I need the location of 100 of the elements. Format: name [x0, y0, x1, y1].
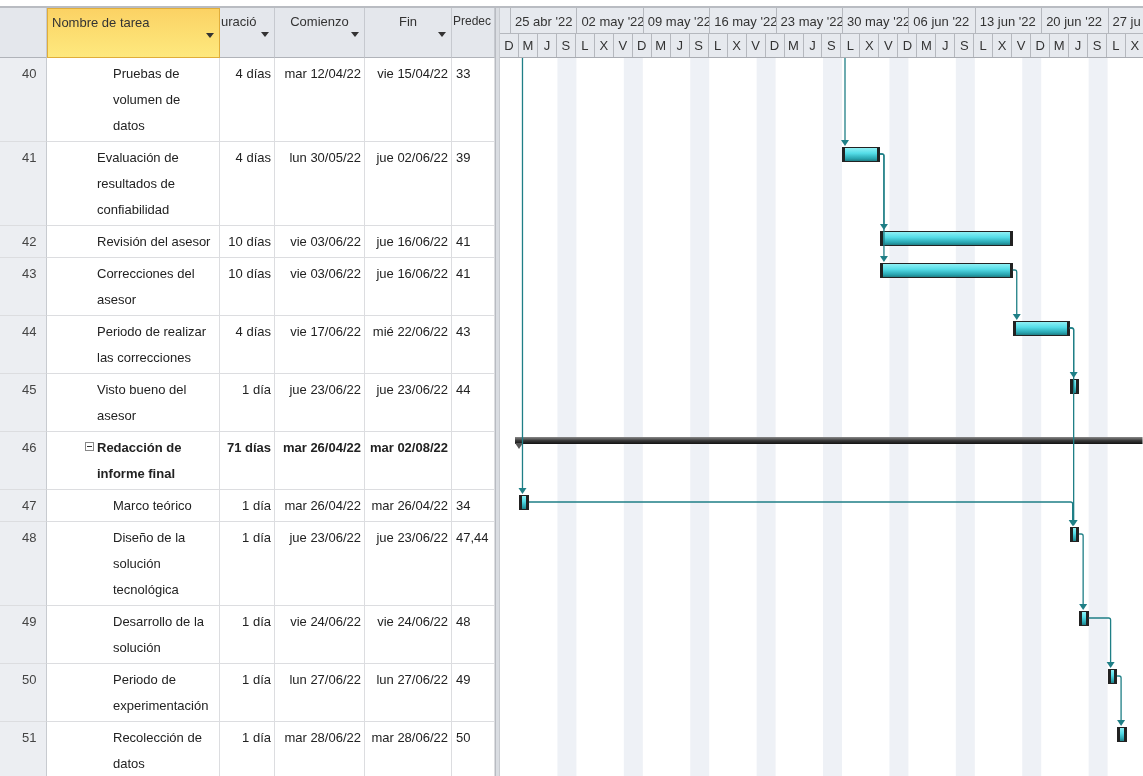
day-label: J — [1069, 34, 1089, 57]
task-bar[interactable] — [1069, 379, 1080, 394]
task-name: Recolección de datos — [113, 730, 202, 771]
day-label: D — [765, 34, 785, 57]
predecessors-cell: 33 — [452, 58, 495, 142]
day-label: X — [594, 34, 614, 57]
finish-date-cell: jue 16/06/22 — [365, 226, 452, 258]
finish-date-cell: jue 23/06/22 — [365, 522, 452, 606]
duration-cell: 1 día — [220, 606, 275, 664]
row-number[interactable]: 47 — [0, 490, 47, 522]
row-number[interactable]: 49 — [0, 606, 47, 664]
task-name: Evaluación de resultados de confiabilidad — [97, 150, 179, 217]
column-header[interactable]: Fin — [365, 8, 452, 58]
predecessors-cell: 41 — [452, 226, 495, 258]
predecessors-cell: 47,44 — [452, 522, 495, 606]
column-header[interactable]: Comienzo — [275, 8, 365, 58]
row-number[interactable]: 44 — [0, 316, 47, 374]
day-label: D — [898, 34, 918, 57]
dropdown-icon[interactable] — [351, 32, 359, 37]
duration-cell: 1 día — [220, 722, 275, 776]
dropdown-icon[interactable] — [261, 32, 269, 37]
start-date-cell: mar 12/04/22 — [275, 58, 365, 142]
predecessors-cell: 49 — [452, 664, 495, 722]
day-label: M — [784, 34, 804, 57]
row-number[interactable]: 46 — [0, 432, 47, 490]
column-header[interactable]: Nombre de tarea — [47, 8, 220, 58]
day-label: X — [1125, 34, 1143, 57]
start-date-cell: mar 26/04/22 — [275, 490, 365, 522]
row-number[interactable]: 48 — [0, 522, 47, 606]
day-label: S — [822, 34, 842, 57]
finish-date-cell: jue 23/06/22 — [365, 374, 452, 432]
day-label: V — [746, 34, 766, 57]
day-label: D — [632, 34, 652, 57]
duration-cell: 10 días — [220, 258, 275, 316]
day-label: D — [500, 34, 519, 57]
duration-cell: 1 día — [220, 374, 275, 432]
start-date-cell: vie 17/06/22 — [275, 316, 365, 374]
task-bar[interactable] — [842, 147, 880, 162]
duration-cell: 4 días — [220, 142, 275, 226]
finish-date-cell: mié 22/06/22 — [365, 316, 452, 374]
link-arrow — [1116, 675, 1126, 726]
predecessors-cell: 39 — [452, 142, 495, 226]
day-label: J — [936, 34, 956, 57]
row-number[interactable]: 50 — [0, 664, 47, 722]
collapse-icon[interactable] — [85, 442, 94, 451]
start-date-cell: vie 03/06/22 — [275, 226, 365, 258]
day-label: S — [1088, 34, 1107, 57]
task-bar[interactable] — [879, 231, 1013, 246]
summary-bar[interactable] — [515, 436, 1143, 450]
week-label: 25 abr '22 — [510, 8, 577, 33]
predecessors-cell: 48 — [452, 606, 495, 664]
day-label: X — [727, 34, 747, 57]
task-name: Redacción de informe final — [97, 440, 182, 481]
task-name: Visto bueno del asesor — [97, 382, 187, 423]
duration-cell: 4 días — [220, 58, 275, 142]
column-header[interactable]: Predec — [452, 8, 495, 58]
row-number[interactable]: 41 — [0, 142, 47, 226]
task-bar[interactable] — [1107, 669, 1118, 684]
day-label: M — [917, 34, 937, 57]
duration-cell: 10 días — [220, 226, 275, 258]
day-label: L — [575, 34, 595, 57]
day-label: D — [1031, 34, 1051, 57]
dropdown-icon[interactable] — [206, 33, 214, 38]
finish-date-cell: vie 15/04/22 — [365, 58, 452, 142]
row-number[interactable]: 45 — [0, 374, 47, 432]
finish-date-cell: jue 02/06/22 — [365, 142, 452, 226]
day-label: S — [556, 34, 576, 57]
duration-cell: 71 días — [220, 432, 275, 490]
start-date-cell: jue 23/06/22 — [275, 522, 365, 606]
start-date-cell: lun 30/05/22 — [275, 142, 365, 226]
task-name: Periodo de realizar las correcciones — [97, 324, 207, 365]
day-label: X — [993, 34, 1013, 57]
row-number[interactable]: 51 — [0, 722, 47, 776]
task-bar[interactable] — [879, 263, 1013, 278]
task-bar[interactable] — [1079, 611, 1089, 626]
finish-date-cell: lun 27/06/22 — [365, 664, 452, 722]
task-bar[interactable] — [519, 495, 529, 510]
row-number[interactable]: 43 — [0, 258, 47, 316]
day-label: M — [651, 34, 671, 57]
predecessors-cell: 44 — [452, 374, 495, 432]
duration-cell: 1 día — [220, 490, 275, 522]
task-name: Diseño de la solución tecnológica — [113, 530, 186, 597]
start-date-cell: vie 03/06/22 — [275, 258, 365, 316]
task-bar[interactable] — [1069, 527, 1080, 542]
day-label: J — [803, 34, 823, 57]
duration-cell: 1 día — [220, 522, 275, 606]
dropdown-icon[interactable] — [438, 32, 446, 37]
row-number[interactable]: 40 — [0, 58, 47, 142]
predecessors-cell: 43 — [452, 316, 495, 374]
finish-date-cell: mar 02/08/22 — [365, 432, 452, 490]
link-arrow — [1012, 269, 1021, 320]
row-number[interactable]: 42 — [0, 226, 47, 258]
finish-date-cell: jue 16/06/22 — [365, 258, 452, 316]
column-header[interactable]: uració — [220, 8, 275, 58]
week-label: 06 jun '22 — [908, 8, 975, 33]
task-bar[interactable] — [1117, 727, 1127, 742]
predecessors-cell: 50 — [452, 722, 495, 776]
start-date-cell: mar 26/04/22 — [275, 432, 365, 490]
task-bar[interactable] — [1012, 321, 1070, 336]
task-name: Marco teórico — [113, 498, 192, 513]
